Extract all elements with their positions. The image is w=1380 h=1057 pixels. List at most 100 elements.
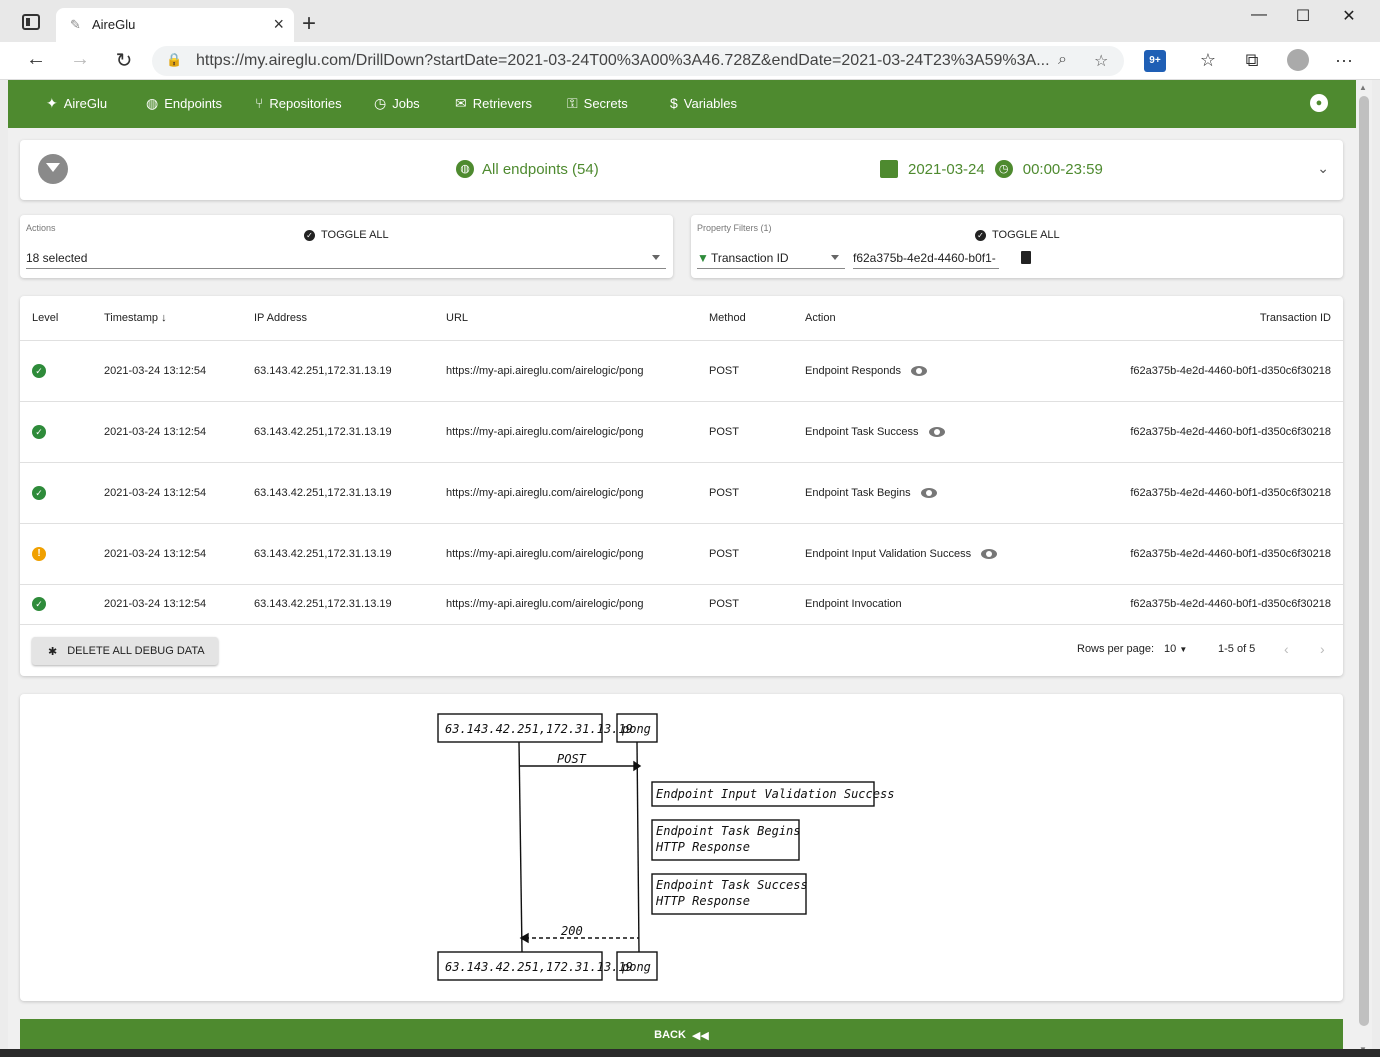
nav-item-secrets[interactable]: ⚿ Secrets (567, 95, 628, 112)
property-value-text: f62a375b-4e2d-4460-b0f1- (853, 251, 996, 265)
nav-label: Jobs (392, 96, 420, 111)
client-lifeline (518, 741, 523, 953)
sequence-diagram: 63.143.42.251,172.31.13.19 pong POST End… (437, 713, 894, 981)
user-account-icon[interactable]: ● (1310, 94, 1328, 112)
date-value: 2021-03-24 (908, 160, 985, 178)
nav-item-repositories[interactable]: ⑂ Repositories (255, 95, 342, 111)
cell-timestamp: 2021-03-24 13:12:54 (104, 584, 254, 625)
clock-icon: ◷ (374, 95, 387, 111)
action-label: Endpoint Invocation (805, 598, 902, 610)
nav-item-retrievers[interactable]: ✉ Retrievers (455, 95, 532, 112)
nav-item-jobs[interactable]: ◷ Jobs (374, 95, 420, 112)
profile-avatar[interactable] (1287, 49, 1309, 71)
scroll-up-icon[interactable]: ▲ (1359, 83, 1367, 92)
close-tab-icon[interactable]: × (273, 14, 284, 35)
table-row[interactable]: ✓ 2021-03-24 13:12:54 63.143.42.251,172.… (20, 462, 1343, 524)
table-row[interactable]: ! 2021-03-24 13:12:54 63.143.42.251,172.… (20, 523, 1343, 585)
property-value-input[interactable]: f62a375b-4e2d-4460-b0f1- (853, 247, 999, 269)
refresh-icon[interactable]: ↻ (110, 48, 138, 73)
nav-item-variables[interactable]: $ Variables (670, 95, 737, 111)
col-transaction-id: Transaction ID (1055, 296, 1343, 341)
nav-label: Secrets (583, 96, 628, 111)
actions-select[interactable]: 18 selected (26, 247, 666, 269)
table-row[interactable]: ✓ 2021-03-24 13:12:54 63.143.42.251,172.… (20, 340, 1343, 402)
favorites-icon[interactable]: ☆ (1196, 50, 1220, 71)
url-text: https://my.aireglu.com/DrillDown?startDa… (196, 52, 1050, 69)
log-table: Level Timestamp ↓ IP Address URL Method … (20, 296, 1343, 625)
cell-ip: 63.143.42.251,172.31.13.19 (254, 462, 446, 524)
eye-icon[interactable] (911, 365, 928, 376)
brand-label: AireGlu (63, 96, 108, 111)
favorite-add-icon[interactable]: ☆ (1094, 51, 1108, 71)
funnel-icon: ▼ (697, 251, 709, 265)
cell-transaction-id: f62a375b-4e2d-4460-b0f1-d350c6f30218 (1055, 462, 1343, 524)
col-method: Method (709, 296, 805, 341)
page-scrollbar[interactable]: ▲ ▼ (1356, 80, 1372, 1057)
eye-icon[interactable] (928, 426, 945, 437)
next-page-icon[interactable]: › (1320, 641, 1325, 657)
cell-method: POST (709, 340, 805, 402)
minimize-icon[interactable]: — (1236, 6, 1282, 24)
log-table-card: Level Timestamp ↓ IP Address URL Method … (20, 296, 1343, 676)
property-field-select[interactable]: ▼ Transaction ID (697, 247, 845, 269)
delete-all-debug-button[interactable]: ✱ DELETE ALL DEBUG DATA (32, 637, 218, 665)
delete-label: DELETE ALL DEBUG DATA (67, 645, 205, 657)
browser-tab[interactable]: ✎ AireGlu × (56, 8, 294, 42)
tab-actions-icon[interactable] (22, 14, 40, 30)
maximize-icon[interactable]: ☐ (1280, 6, 1326, 26)
nav-label: Variables (683, 95, 738, 111)
globe-icon: ◍ (146, 95, 159, 111)
rows-per-page-value: 10 (1164, 643, 1177, 655)
eye-icon[interactable] (981, 548, 998, 559)
cell-ip: 63.143.42.251,172.31.13.19 (254, 523, 446, 585)
endpoints-summary: ◍ All endpoints (54) (456, 160, 599, 178)
toggle-all-label: TOGGLE ALL (992, 229, 1060, 241)
cell-url: https://my-api.aireglu.com/airelogic/pon… (446, 401, 709, 463)
note-3-line-2: HTTP Response (655, 894, 750, 908)
back-arrow-icon[interactable]: ← (22, 48, 50, 71)
envelope-icon: ✉ (455, 95, 467, 111)
dollar-icon: $ (670, 95, 678, 111)
rows-per-page-label: Rows per page: (1077, 643, 1155, 655)
dropdown-arrow-icon (652, 255, 660, 260)
server-lifeline (636, 741, 640, 953)
client-label-bottom: 63.143.42.251,172.31.13.19 (445, 960, 633, 974)
browser-tab-strip: ✎ AireGlu × + — ☐ ✕ (0, 0, 1380, 42)
filter-summary-card[interactable]: ◍ All endpoints (54) 2021-03-24 ◷ 00:00-… (20, 140, 1343, 200)
zoom-icon[interactable]: ⌕ (1058, 51, 1067, 69)
table-row[interactable]: ✓ 2021-03-24 13:12:54 63.143.42.251,172.… (20, 401, 1343, 463)
col-timestamp[interactable]: Timestamp ↓ (104, 296, 254, 341)
trash-icon[interactable] (1021, 251, 1031, 264)
calendar-icon (880, 160, 898, 178)
url-field[interactable]: 🔒 https://my.aireglu.com/DrillDown?start… (152, 46, 1124, 76)
branch-icon: ⑂ (255, 95, 264, 111)
col-action: Action (805, 296, 1055, 341)
filter-icon[interactable] (38, 154, 68, 184)
extension-badge[interactable]: 9+ (1144, 50, 1166, 72)
scrollbar-thumb[interactable] (1359, 96, 1369, 1026)
table-row[interactable]: ✓ 2021-03-24 13:12:54 63.143.42.251,172.… (20, 584, 1343, 625)
nav-label: Retrievers (472, 96, 532, 111)
new-tab-icon[interactable]: + (302, 10, 316, 38)
window-close-icon[interactable]: ✕ (1326, 6, 1372, 26)
nav-item-endpoints[interactable]: ◍ Endpoints (146, 95, 222, 112)
collections-icon[interactable]: ⧉ (1240, 50, 1264, 71)
eye-icon[interactable] (920, 487, 937, 498)
cell-transaction-id: f62a375b-4e2d-4460-b0f1-d350c6f30218 (1055, 340, 1343, 402)
forward-arrow-icon[interactable]: → (66, 48, 94, 71)
rows-per-page-select[interactable]: 10 ▼ (1164, 643, 1187, 655)
note-1-line-1: Endpoint Input Validation Success (656, 787, 894, 801)
actions-toggle-all[interactable]: ✓ TOGGLE ALL (304, 229, 389, 241)
back-label: BACK (654, 1029, 686, 1041)
property-toggle-all[interactable]: ✓ TOGGLE ALL (975, 229, 1060, 241)
back-button[interactable]: BACK ◀◀ (20, 1019, 1343, 1051)
cell-action: Endpoint Task Begins (805, 462, 1055, 524)
cell-method: POST (709, 584, 805, 625)
more-menu-icon[interactable]: ··· (1332, 50, 1356, 71)
chevron-down-icon[interactable]: ⌄ (1317, 160, 1329, 177)
prev-page-icon[interactable]: ‹ (1284, 641, 1289, 657)
dropdown-arrow-icon: ▼ (1179, 645, 1188, 654)
globe-icon: ◍ (456, 160, 474, 178)
nav-brand[interactable]: ✦ AireGlu (46, 95, 107, 112)
cell-ip: 63.143.42.251,172.31.13.19 (254, 401, 446, 463)
